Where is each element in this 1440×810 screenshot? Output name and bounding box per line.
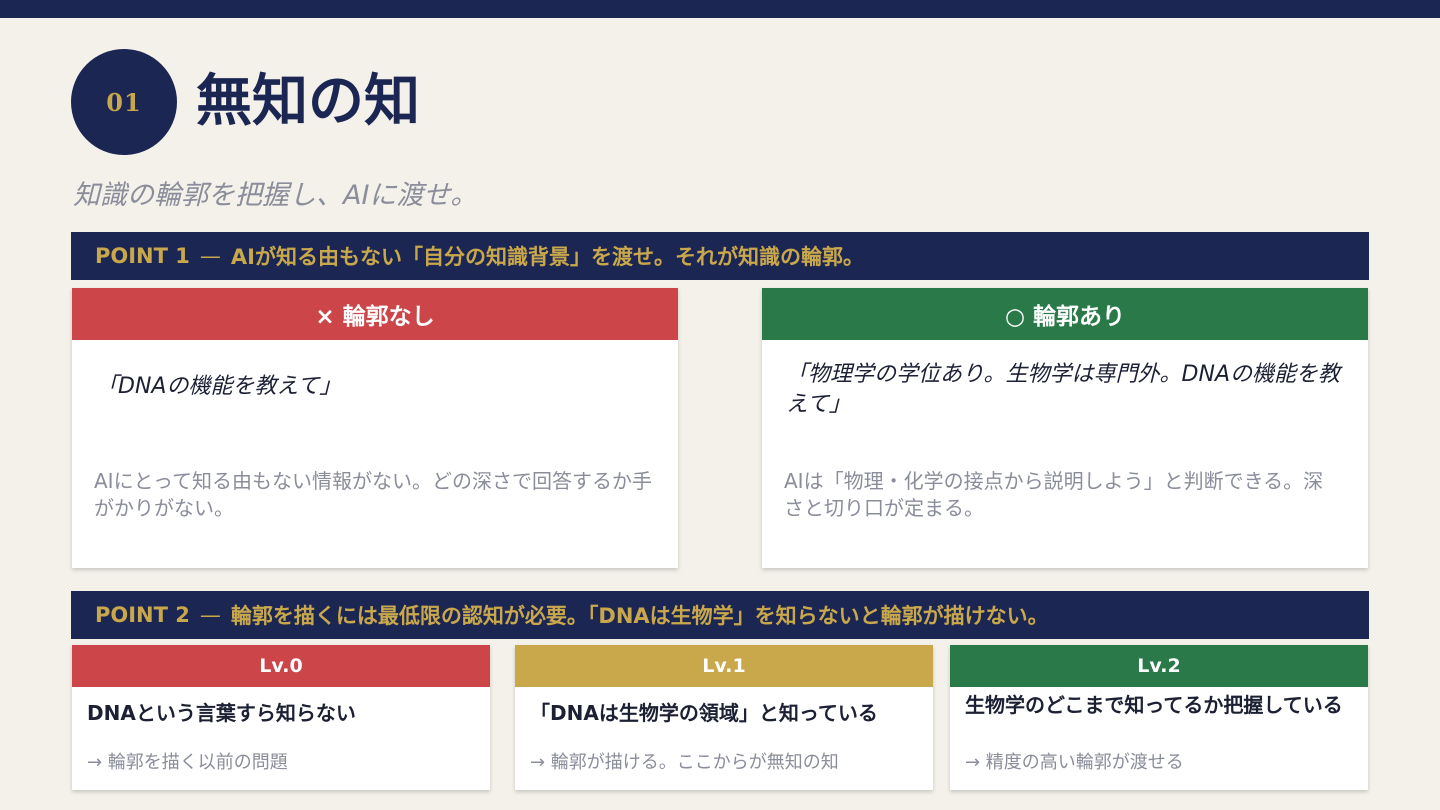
point-2-text: 輪郭を描くには最低限の認知が必要。「DNAは生物学」を知らないと輪郭が描けない。	[230, 604, 1049, 628]
level-2-card: Lv.2 生物学のどこまで知ってるか把握している → 精度の高い輪郭が渡せる	[950, 645, 1368, 790]
with-outline-heading: ○ 輪郭あり	[762, 288, 1368, 340]
page-title: 無知の知	[196, 68, 420, 134]
point-2-dash: —	[199, 603, 221, 627]
level-0-main: DNAという言葉すら知らない	[87, 701, 356, 725]
level-0-card: Lv.0 DNAという言葉すら知らない → 輪郭を描く以前の問題	[72, 645, 490, 790]
section-number: 01	[106, 87, 142, 117]
level-1-heading: Lv.1	[515, 645, 933, 687]
point-1-text: AIが知る由もない「自分の知識背景」を渡せ。それが知識の輪郭。	[230, 245, 864, 269]
level-1-card: Lv.1 「DNAは生物学の領域」と知っている → 輪郭が描ける。ここからが無知…	[515, 645, 933, 790]
without-outline-heading: × 輪郭なし	[72, 288, 678, 340]
level-0-heading: Lv.0	[72, 645, 490, 687]
level-2-main: 生物学のどこまで知ってるか把握している	[965, 693, 1343, 717]
level-1-main: 「DNAは生物学の領域」と知っている	[530, 701, 878, 725]
point-1-banner: POINT 1 — AIが知る由もない「自分の知識背景」を渡せ。それが知識の輪郭…	[71, 232, 1369, 280]
level-0-note: → 輪郭を描く以前の問題	[87, 752, 288, 773]
point-2-banner: POINT 2 — 輪郭を描くには最低限の認知が必要。「DNAは生物学」を知らな…	[71, 591, 1369, 639]
point-2-label: POINT 2	[95, 603, 190, 627]
level-2-heading: Lv.2	[950, 645, 1368, 687]
with-outline-quote: 「物理学の学位あり。生物学は専門外。DNAの機能を教えて」	[786, 362, 1341, 417]
without-outline-quote: 「DNAの機能を教えて」	[96, 374, 342, 399]
level-2-note: → 精度の高い輪郭が渡せる	[965, 752, 1184, 773]
point-1-label: POINT 1	[95, 244, 190, 268]
with-outline-description: AIは「物理・化学の接点から説明しよう」と判断できる。深さと切り口が定まる。	[784, 469, 1324, 520]
level-1-note: → 輪郭が描ける。ここからが無知の知	[530, 752, 839, 773]
top-accent-bar	[0, 0, 1440, 18]
with-outline-card: ○ 輪郭あり 「物理学の学位あり。生物学は専門外。DNAの機能を教えて」 AIは…	[762, 288, 1368, 568]
point-1-dash: —	[199, 244, 221, 268]
without-outline-description: AIにとって知る由もない情報がない。どの深さで回答するか手がかりがない。	[94, 469, 652, 520]
page-subtitle: 知識の輪郭を把握し、AIに渡せ。	[73, 180, 478, 211]
without-outline-card: × 輪郭なし 「DNAの機能を教えて」 AIにとって知る由もない情報がない。どの…	[72, 288, 678, 568]
section-number-badge: 01	[71, 49, 177, 155]
